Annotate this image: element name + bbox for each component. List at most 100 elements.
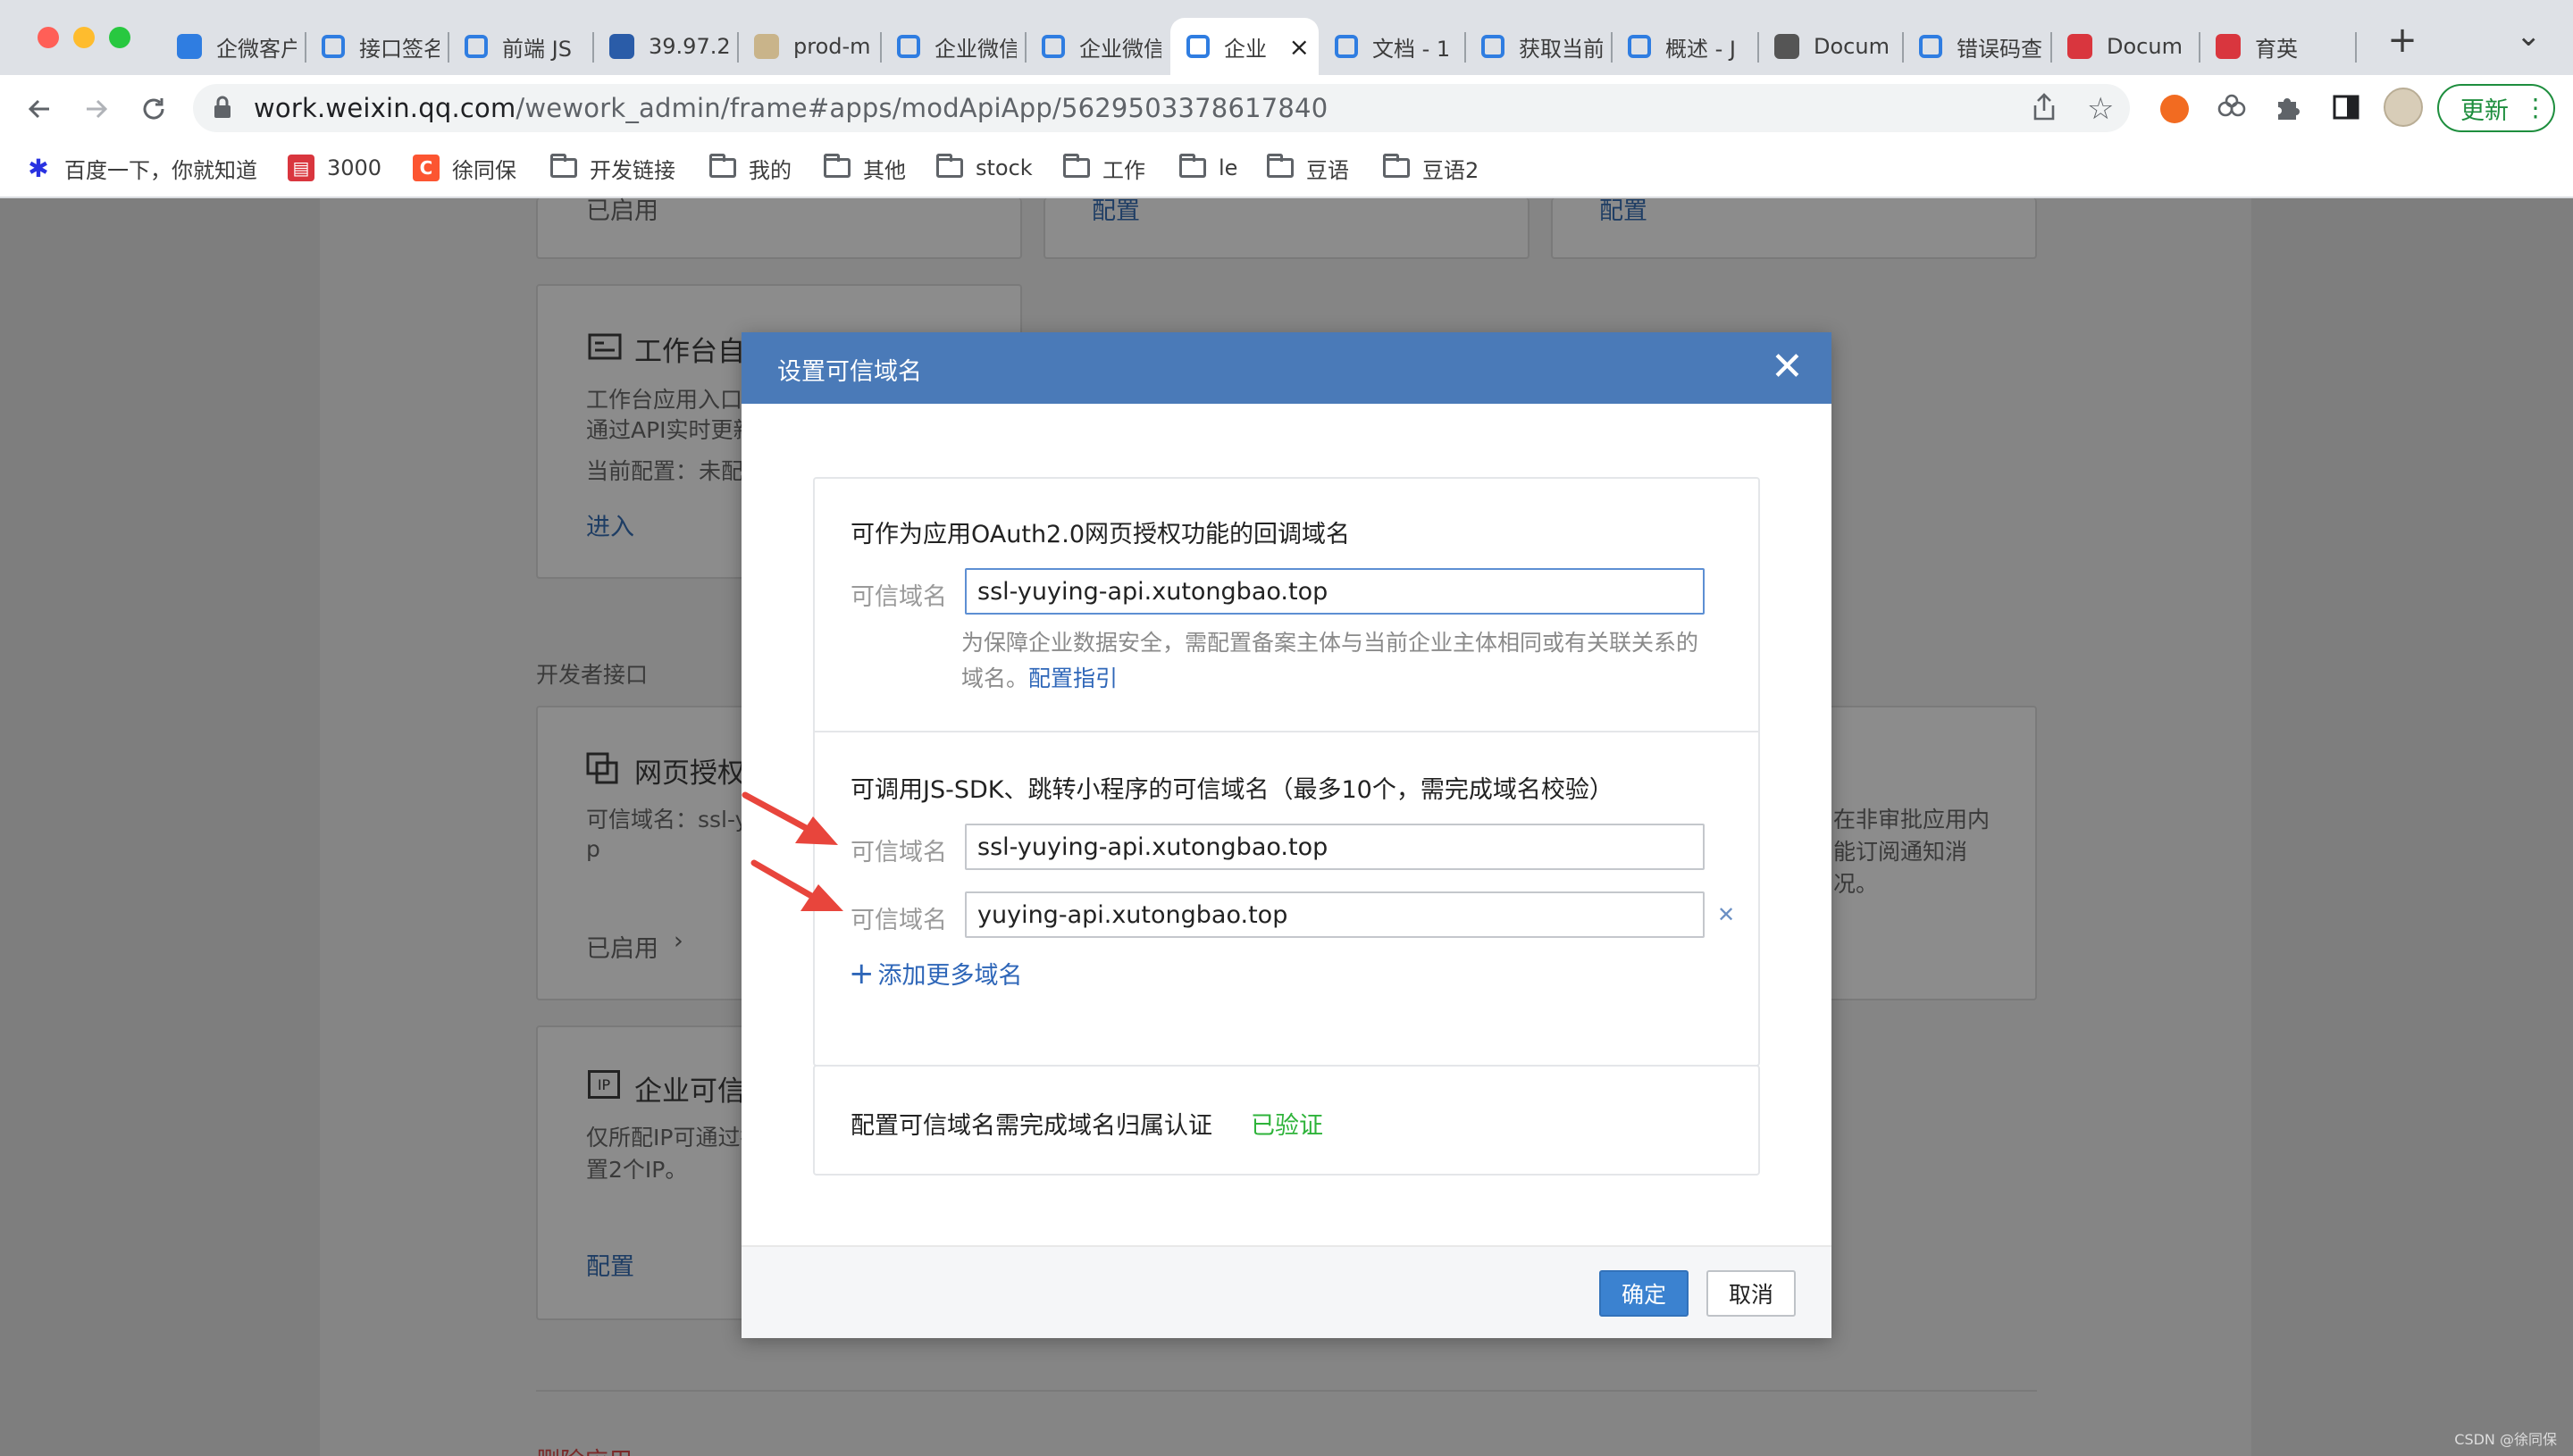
bookmark-1[interactable]: ▤ 3000 xyxy=(288,148,381,188)
top-config-link-2[interactable]: 配置 xyxy=(1599,191,1647,226)
new-tab-button[interactable]: + xyxy=(2380,20,2425,61)
bookmark-label: 我的 xyxy=(749,157,792,183)
tab-label: Docum xyxy=(1814,34,1890,59)
annotation-arrow-2 xyxy=(750,859,843,911)
confirm-button[interactable]: 确定 xyxy=(1599,1270,1689,1317)
workbench-current-value: 未配 xyxy=(699,458,744,484)
jssdk-domain-label-1: 可信域名 xyxy=(851,839,947,866)
jssdk-domain-input-1[interactable] xyxy=(965,824,1705,870)
config-guide-link[interactable]: 配置指引 xyxy=(1028,665,1118,691)
extension-link-icon[interactable] xyxy=(2216,93,2248,125)
oauth-domain-label: 可信域名 xyxy=(851,583,947,611)
bookmark-8[interactable]: le xyxy=(1179,148,1237,188)
square-app-icon xyxy=(177,34,202,59)
lock-icon[interactable] xyxy=(213,95,232,123)
maximize-window-button[interactable] xyxy=(109,27,130,48)
top-status: 已启用 xyxy=(586,197,658,225)
trusted-ip-title: 企业可信 xyxy=(634,1075,745,1108)
domain-verify-text: 配置可信域名需完成域名归属认证 xyxy=(851,1112,1212,1140)
tab-8[interactable]: 文档 - 1 xyxy=(1319,18,1465,75)
workbench-desc-2: 通过API实时更新 xyxy=(586,417,756,443)
bookmark-label: 3000 xyxy=(327,155,382,180)
bookmark-star-icon[interactable]: ☆ xyxy=(2087,91,2114,127)
more-menu-icon[interactable]: ⋮ xyxy=(2523,96,2548,121)
notify-card-desc-1: 在非审批应用内 xyxy=(1833,807,1991,833)
bookmark-6[interactable]: stock xyxy=(936,148,1033,188)
profile-avatar[interactable] xyxy=(2384,88,2423,127)
reload-icon[interactable] xyxy=(132,88,175,130)
tab-10[interactable]: 概述 - J xyxy=(1612,18,1758,75)
trusted-ip-config-link[interactable]: 配置 xyxy=(586,1247,634,1282)
bookmark-7[interactable]: 工作 xyxy=(1063,148,1145,188)
close-window-button[interactable] xyxy=(38,27,59,48)
bookmark-3[interactable]: 开发链接 xyxy=(550,148,675,188)
oauth-card-desc-2: p xyxy=(586,836,600,862)
tab-7[interactable]: 企业 × xyxy=(1170,18,1319,75)
tab-2[interactable]: 前端 JS xyxy=(448,18,593,75)
tab-6[interactable]: 企业微信 xyxy=(1026,18,1170,75)
url-text[interactable]: work.weixin.qq.com/wework_admin/frame#ap… xyxy=(254,89,1328,127)
folder-icon xyxy=(550,154,577,178)
bookmark-0[interactable]: ✱ 百度一下，你就知道 xyxy=(25,148,257,188)
folder-icon xyxy=(936,154,963,178)
extensions-puzzle-icon[interactable] xyxy=(2275,93,2303,125)
extension-orange-icon[interactable] xyxy=(2160,95,2189,123)
wechat-work-icon xyxy=(1481,35,1504,58)
delete-app-link[interactable]: 删除应用 xyxy=(536,1442,633,1456)
remove-domain-icon[interactable]: ✕ xyxy=(1717,902,1735,927)
workbench-icon xyxy=(588,332,622,364)
tab-13[interactable]: Docum xyxy=(2051,18,2200,75)
notify-card-desc-2: 能订阅通知消 xyxy=(1833,839,1968,865)
annotation-arrow-1 xyxy=(742,791,838,845)
wechat-work-icon xyxy=(322,35,345,58)
folder-icon xyxy=(709,154,736,178)
cancel-button[interactable]: 取消 xyxy=(1706,1270,1796,1317)
tab-4[interactable]: prod-m xyxy=(738,18,881,75)
bookmark-2[interactable]: C 徐同保 xyxy=(413,148,516,188)
tab-0[interactable]: 企微客户 xyxy=(161,18,306,75)
tab-12[interactable]: 错误码查 xyxy=(1903,18,2051,75)
tab-label: 育英 xyxy=(2255,36,2298,62)
trusted-ip-desc-2: 置2个IP。 xyxy=(586,1157,688,1183)
wechat-work-icon xyxy=(1335,35,1358,58)
tab-9[interactable]: 获取当前 xyxy=(1465,18,1612,75)
tab-label: Docum xyxy=(2107,34,2183,59)
dialog-close-icon[interactable]: ✕ xyxy=(1771,345,1804,389)
bookmark-label: 徐同保 xyxy=(452,157,516,183)
add-more-domain-button[interactable]: + 添加更多域名 xyxy=(849,956,1023,991)
bookmark-9[interactable]: 豆语 xyxy=(1267,148,1349,188)
bookmark-label: 豆语2 xyxy=(1422,157,1479,183)
folder-icon xyxy=(1179,154,1206,178)
trusted-ip-desc-1: 仅所配IP可通过接 xyxy=(586,1125,763,1151)
tab-label: 企业 xyxy=(1224,36,1267,62)
jssdk-domain-label-2: 可信域名 xyxy=(851,907,947,934)
trusted-domain-dialog: 设置可信域名 ✕ 可作为应用OAuth2.0网页授权功能的回调域名 可信域名 为… xyxy=(742,332,1831,1338)
jssdk-domain-input-2[interactable] xyxy=(965,891,1705,938)
back-icon[interactable] xyxy=(18,88,61,130)
close-tab-icon[interactable]: × xyxy=(1289,32,1310,62)
tab-14[interactable]: 育英 xyxy=(2200,18,2351,75)
tab-1[interactable]: 接口签名 xyxy=(306,18,448,75)
update-button[interactable]: 更新 ⋮ xyxy=(2437,84,2555,132)
tab-5[interactable]: 企业微信 xyxy=(881,18,1026,75)
workbench-enter-link[interactable]: 进入 xyxy=(586,507,634,542)
verified-status: 已验证 xyxy=(1251,1112,1323,1140)
bookmark-label: 百度一下，你就知道 xyxy=(64,157,257,183)
oauth-card-status[interactable]: 已启用 xyxy=(586,929,658,964)
tab-11[interactable]: Docum xyxy=(1758,18,1903,75)
avatar-icon xyxy=(754,34,779,59)
bookmark-4[interactable]: 我的 xyxy=(709,148,792,188)
oauth-domain-input[interactable] xyxy=(965,568,1705,615)
top-config-link-1[interactable]: 配置 xyxy=(1092,191,1140,226)
tab-3[interactable]: 39.97.2 xyxy=(593,18,738,75)
side-panel-icon[interactable] xyxy=(2332,93,2360,125)
share-icon[interactable] xyxy=(2032,93,2057,125)
bookmark-label: 开发链接 xyxy=(590,157,675,183)
bookmark-10[interactable]: 豆语2 xyxy=(1383,148,1479,188)
minimize-window-button[interactable] xyxy=(73,27,95,48)
tab-search-icon[interactable]: ⌄ xyxy=(2516,18,2542,54)
bookmark-5[interactable]: 其他 xyxy=(824,148,906,188)
bookmark-label: 其他 xyxy=(863,157,906,183)
forward-icon[interactable] xyxy=(75,88,118,130)
wechat-work-icon xyxy=(1628,35,1651,58)
